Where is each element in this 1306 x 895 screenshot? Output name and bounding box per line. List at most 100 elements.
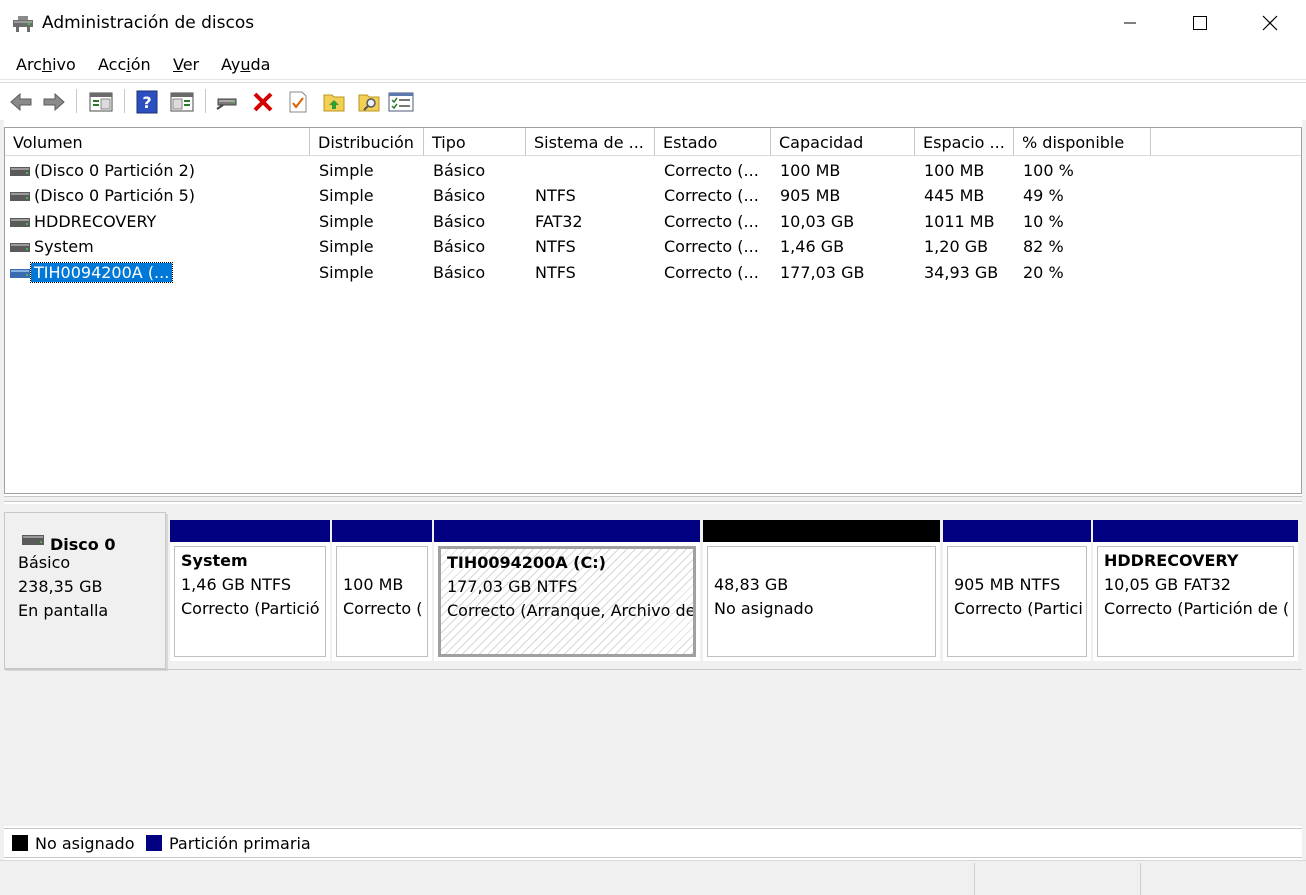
search-folder-button[interactable] bbox=[355, 88, 383, 116]
partition-system[interactable]: System 1,46 GB NTFS Correcto (Partició bbox=[170, 520, 330, 661]
back-button[interactable] bbox=[7, 88, 35, 116]
disk-name: Disco 0 bbox=[50, 535, 116, 554]
cell-disponible: 49 % bbox=[1023, 186, 1064, 205]
cell-sistema: NTFS bbox=[535, 237, 576, 256]
check-button[interactable] bbox=[284, 88, 312, 116]
partition-status: Correcto (Partición de ( bbox=[1104, 599, 1290, 618]
pane-splitter[interactable] bbox=[4, 496, 1302, 502]
volume-drive-icon bbox=[10, 243, 30, 252]
menu-ayuda[interactable]: Ayuda bbox=[221, 55, 270, 74]
column-header-volumen[interactable]: Volumen bbox=[5, 128, 310, 156]
cell-disponible: 10 % bbox=[1023, 212, 1064, 231]
status-separator bbox=[974, 863, 975, 895]
table-row[interactable]: (Disco 0 Partición 2) Simple Básico Corr… bbox=[5, 159, 1301, 184]
cell-estado: Correcto (... bbox=[664, 186, 759, 205]
partition-hddrecovery[interactable]: HDDRECOVERY 10,05 GB FAT32 Correcto (Par… bbox=[1093, 520, 1298, 661]
partition-status: Correcto ( bbox=[343, 599, 423, 618]
volume-drive-icon bbox=[10, 192, 30, 201]
column-header-distribucion[interactable]: Distribución bbox=[310, 128, 424, 156]
right-frame-edge bbox=[1302, 120, 1306, 860]
cell-tipo: Básico bbox=[433, 212, 486, 231]
legend-primary-label: Partición primaria bbox=[169, 834, 311, 853]
menu-ver-post: er bbox=[182, 55, 200, 74]
column-header-estado[interactable]: Estado bbox=[655, 128, 771, 156]
disk-size: 238,35 GB bbox=[18, 577, 103, 596]
cell-tipo: Básico bbox=[433, 237, 486, 256]
partition-size: 100 MB bbox=[343, 575, 404, 594]
cell-volumen: HDDRECOVERY bbox=[34, 212, 157, 231]
upload-folder-button[interactable] bbox=[320, 88, 348, 116]
table-row[interactable]: HDDRECOVERY Simple Básico FAT32 Correcto… bbox=[5, 210, 1301, 235]
cell-sistema: NTFS bbox=[535, 186, 576, 205]
cell-volumen: (Disco 0 Partición 2) bbox=[34, 161, 195, 180]
column-header-capacidad[interactable]: Capacidad bbox=[771, 128, 915, 156]
cell-tipo: Básico bbox=[433, 161, 486, 180]
partition-status: Correcto (Partici bbox=[954, 599, 1083, 618]
close-button[interactable] bbox=[1235, 0, 1305, 46]
settings-list-button[interactable] bbox=[387, 88, 415, 116]
help-button[interactable]: ? bbox=[133, 88, 161, 116]
minimize-button[interactable] bbox=[1095, 0, 1165, 46]
status-separator bbox=[1140, 863, 1141, 895]
partition-body: HDDRECOVERY 10,05 GB FAT32 Correcto (Par… bbox=[1097, 546, 1294, 657]
menu-accion[interactable]: Acción bbox=[98, 55, 151, 74]
delete-icon bbox=[253, 92, 273, 112]
column-header-espacio[interactable]: Espacio ... bbox=[915, 128, 1014, 156]
partition-body: 905 MB NTFS Correcto (Partici bbox=[947, 546, 1087, 657]
partition-unallocated[interactable]: 48,83 GB No asignado bbox=[703, 520, 940, 661]
legend-primary-swatch bbox=[146, 835, 162, 851]
column-header-disponible[interactable]: % disponible bbox=[1014, 128, 1151, 156]
show-hide-console-tree-icon bbox=[89, 92, 113, 112]
window-title: Administración de discos bbox=[42, 13, 255, 33]
menu-accion-pre: Acc bbox=[98, 55, 127, 74]
delete-button[interactable] bbox=[249, 88, 277, 116]
cell-volumen: System bbox=[34, 237, 94, 256]
properties-pane-button[interactable] bbox=[168, 88, 196, 116]
minimize-icon bbox=[1124, 22, 1136, 24]
partition-type-bar bbox=[943, 520, 1091, 542]
menu-archivo[interactable]: Archivo bbox=[16, 55, 76, 74]
forward-button[interactable] bbox=[40, 88, 68, 116]
partition-size: 177,03 GB NTFS bbox=[447, 577, 578, 596]
cell-distribucion: Simple bbox=[319, 212, 374, 231]
status-bar bbox=[0, 860, 1306, 895]
cell-tipo: Básico bbox=[433, 186, 486, 205]
partition-type-bar bbox=[703, 520, 940, 542]
partition-body: System 1,46 GB NTFS Correcto (Partició bbox=[174, 546, 326, 657]
partition-type-bar bbox=[170, 520, 330, 542]
maximize-icon bbox=[1193, 16, 1207, 30]
cell-distribucion: Simple bbox=[319, 237, 374, 256]
table-row-selected[interactable]: TIH0094200A (... Simple Básico NTFS Corr… bbox=[5, 261, 1301, 286]
maximize-button[interactable] bbox=[1165, 0, 1235, 46]
legend-bar: No asignado Partición primaria bbox=[4, 828, 1302, 858]
partition-title bbox=[954, 549, 1086, 573]
cell-capacidad: 100 MB bbox=[780, 161, 841, 180]
partition-c-drive[interactable]: TIH0094200A (C:) 177,03 GB NTFS Correcto… bbox=[434, 520, 700, 661]
table-row[interactable]: (Disco 0 Partición 5) Simple Básico NTFS… bbox=[5, 184, 1301, 209]
volume-list[interactable]: Volumen Distribución Tipo Sistema de ...… bbox=[4, 127, 1302, 494]
disk-graphical-view: Disco 0 Básico 238,35 GB En pantalla Sys… bbox=[4, 504, 1302, 826]
partition-body: 48,83 GB No asignado bbox=[707, 546, 936, 657]
disk-icon bbox=[22, 535, 44, 545]
forward-arrow-icon bbox=[43, 92, 65, 112]
volume-drive-icon bbox=[10, 269, 30, 278]
connect-drive-button[interactable] bbox=[214, 88, 242, 116]
cell-volumen: TIH0094200A (... bbox=[29, 262, 174, 283]
show-hide-tree-button[interactable] bbox=[87, 88, 115, 116]
partition-type-bar bbox=[434, 520, 700, 542]
partition-905mb[interactable]: 905 MB NTFS Correcto (Partici bbox=[943, 520, 1091, 661]
column-header-tipo[interactable]: Tipo bbox=[424, 128, 526, 156]
partition-status: Correcto (Partició bbox=[181, 599, 320, 618]
table-row[interactable]: System Simple Básico NTFS Correcto (... … bbox=[5, 235, 1301, 260]
column-header-sistema[interactable]: Sistema de ... bbox=[526, 128, 655, 156]
cell-espacio: 445 MB bbox=[924, 186, 985, 205]
cell-capacidad: 177,03 GB bbox=[780, 263, 865, 282]
partition-100mb[interactable]: 100 MB Correcto ( bbox=[332, 520, 432, 661]
menu-ver[interactable]: Ver bbox=[173, 55, 199, 74]
menu-ayuda-accel: u bbox=[240, 55, 251, 74]
cell-distribucion: Simple bbox=[319, 186, 374, 205]
disk-label-panel[interactable]: Disco 0 Básico 238,35 GB En pantalla bbox=[4, 512, 166, 669]
cell-espacio: 1,20 GB bbox=[924, 237, 989, 256]
disk-management-app-icon bbox=[13, 16, 33, 32]
disk-type: Básico bbox=[18, 553, 71, 572]
